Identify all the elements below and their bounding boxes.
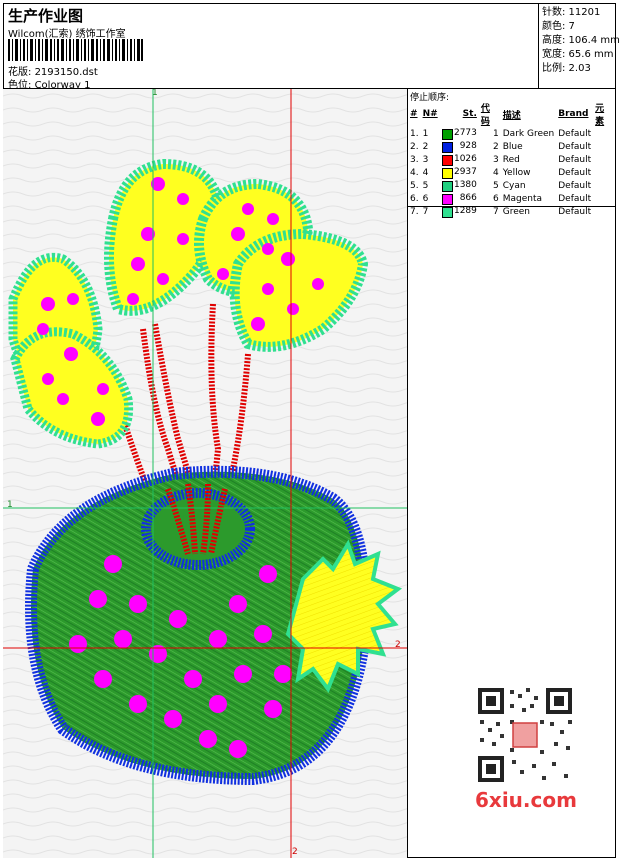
stop-brand: Default bbox=[558, 154, 592, 165]
barcode bbox=[8, 39, 143, 61]
stop-row: 2. 2 928 2 Blue Default bbox=[409, 140, 616, 153]
color-swatch bbox=[441, 206, 453, 218]
header: 生产作业图 Wilcom(汇索) 绣饰工作室 花版: 2193150.dst 色… bbox=[3, 3, 616, 91]
stop-description: Yellow bbox=[502, 167, 531, 178]
design-scale: 比例: 2.03 bbox=[542, 63, 591, 74]
col-needle: N# bbox=[422, 109, 438, 119]
stop-element bbox=[594, 192, 616, 205]
embroidery-artwork bbox=[3, 89, 407, 858]
design-height: 高度: 106.4 mm bbox=[542, 35, 620, 46]
stop-element bbox=[594, 140, 616, 153]
stop-row: 1. 1 2773 1 Dark Green Default bbox=[409, 127, 616, 140]
stop-index: 6. bbox=[410, 193, 419, 204]
stop-element bbox=[594, 179, 616, 192]
stop-row: 5. 5 1380 5 Cyan Default bbox=[409, 179, 616, 192]
stop-needle: 5 bbox=[422, 180, 429, 191]
stop-element bbox=[594, 166, 616, 179]
design-preview: 1 1 2 2 bbox=[3, 89, 408, 858]
stop-description: Magenta bbox=[502, 193, 543, 204]
seal-icon bbox=[512, 722, 538, 748]
stop-index: 5. bbox=[410, 180, 419, 191]
design-width: 宽度: 65.6 mm bbox=[542, 49, 614, 60]
stop-table-header: # N# St. 代码 描述 Brand 元素 bbox=[409, 101, 616, 127]
col-index: # bbox=[410, 109, 418, 119]
stop-needle: 3 bbox=[422, 154, 429, 165]
stop-code: 3 bbox=[493, 154, 499, 165]
color-swatch bbox=[441, 154, 453, 166]
stop-row: 6. 6 866 6 Magenta Default bbox=[409, 192, 616, 205]
stop-needle: 7 bbox=[422, 206, 429, 217]
design-info: 针数: 11201 颜色: 7 高度: 106.4 mm 宽度: 65.6 mm… bbox=[538, 3, 620, 89]
stop-code: 4 bbox=[493, 167, 499, 178]
stop-description: Red bbox=[502, 154, 520, 165]
guide-label-bottom: 2 bbox=[292, 847, 298, 857]
stop-stitches: 2937 bbox=[441, 166, 480, 179]
stop-index: 2. bbox=[410, 141, 419, 152]
stop-needle: 1 bbox=[422, 128, 429, 139]
stop-index: 3. bbox=[410, 154, 419, 165]
watermark-logo: 6xiu.com bbox=[475, 788, 577, 812]
col-stitches: St. bbox=[462, 109, 477, 119]
stop-code: 2 bbox=[493, 141, 499, 152]
stop-element bbox=[594, 127, 616, 140]
stop-brand: Default bbox=[558, 128, 592, 139]
stop-description: Cyan bbox=[502, 180, 526, 191]
col-element: 元素 bbox=[595, 104, 605, 127]
stop-row: 3. 3 1026 3 Red Default bbox=[409, 153, 616, 166]
stop-index: 7. bbox=[410, 206, 419, 217]
stop-sequence-panel: 停止顺序: # N# St. 代码 描述 Brand 元素 1. 1 2773 1 Da… bbox=[408, 89, 616, 218]
stop-brand: Default bbox=[558, 206, 592, 217]
stop-element bbox=[594, 205, 616, 218]
color-swatch bbox=[441, 167, 453, 179]
stop-needle: 4 bbox=[422, 167, 429, 178]
stop-row: 7. 7 1289 7 Green Default bbox=[409, 205, 616, 218]
stop-code: 5 bbox=[493, 180, 499, 191]
stop-row: 4. 4 2937 4 Yellow Default bbox=[409, 166, 616, 179]
stop-stitches: 1380 bbox=[441, 179, 480, 192]
qr-code bbox=[470, 680, 580, 790]
stop-sequence-table: # N# St. 代码 描述 Brand 元素 1. 1 2773 1 Dark Gre… bbox=[409, 101, 616, 218]
stop-stitches: 866 bbox=[441, 192, 480, 205]
stop-needle: 6 bbox=[422, 193, 429, 204]
color-count: 颜色: 7 bbox=[542, 21, 575, 32]
stop-stitches: 928 bbox=[441, 140, 480, 153]
color-swatch bbox=[441, 180, 453, 192]
stop-index: 1. bbox=[410, 128, 419, 139]
col-code: 代码 bbox=[480, 104, 490, 127]
stop-brand: Default bbox=[558, 193, 592, 204]
stop-index: 4. bbox=[410, 167, 419, 178]
guide-label-left: 1 bbox=[7, 500, 13, 510]
color-swatch bbox=[441, 141, 453, 153]
stop-stitches: 1026 bbox=[441, 153, 480, 166]
stop-stitches: 1289 bbox=[441, 205, 480, 218]
col-brand: Brand bbox=[558, 109, 589, 119]
stop-brand: Default bbox=[558, 141, 592, 152]
color-swatch bbox=[441, 193, 453, 205]
stop-description: Green bbox=[502, 206, 531, 217]
col-description: 描述 bbox=[502, 110, 521, 121]
guide-label-top: 1 bbox=[152, 89, 158, 98]
studio-name: Wilcom(汇索) 绣饰工作室 bbox=[8, 29, 126, 40]
stop-code: 1 bbox=[493, 128, 499, 139]
stop-description: Dark Green bbox=[502, 128, 555, 139]
stop-code: 6 bbox=[493, 193, 499, 204]
stop-stitches: 2773 bbox=[441, 127, 480, 140]
stop-brand: Default bbox=[558, 180, 592, 191]
stop-needle: 2 bbox=[422, 141, 429, 152]
stop-description: Blue bbox=[502, 141, 523, 152]
color-swatch bbox=[441, 128, 453, 140]
stop-brand: Default bbox=[558, 167, 592, 178]
stitch-count: 针数: 11201 bbox=[542, 7, 601, 18]
stop-element bbox=[594, 153, 616, 166]
stop-code: 7 bbox=[493, 206, 499, 217]
page-title: 生产作业图 bbox=[8, 7, 84, 25]
guide-label-right: 2 bbox=[395, 640, 401, 650]
